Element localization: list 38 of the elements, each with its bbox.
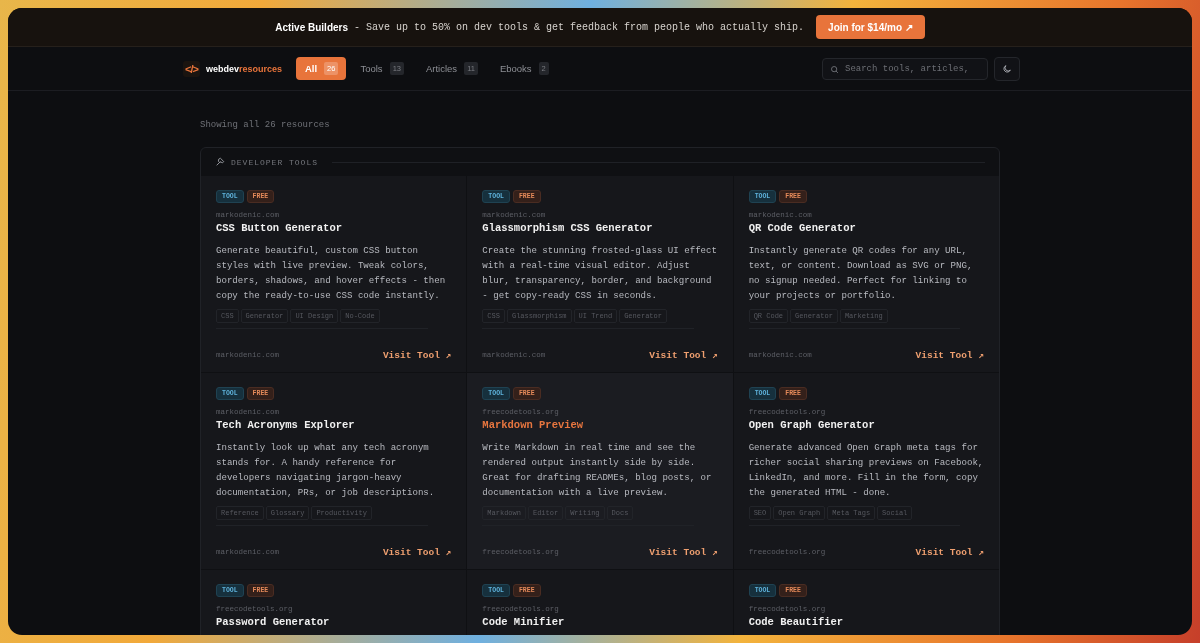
visit-tool-link[interactable]: Visit Tool ↗ — [382, 349, 452, 361]
card-description: Create the stunning frosted-glass UI effect with a real-time visual editor. Adjust blur, transparency, border, and background - get copy-ready CSS in seconds. — [482, 244, 718, 303]
card-description: Generate advanced Open Graph meta tags for richer social sharing previews on Facebook, LinkedIn, and more. Fill in the form, copy the generated HTML - done. — [748, 441, 984, 500]
card-title: Glassmorphism CSS Generator — [482, 222, 654, 234]
resource-card[interactable] — [467, 176, 733, 372]
logo-text[interactable]: webdevresources — [205, 63, 282, 74]
resource-card[interactable] — [201, 373, 467, 569]
card-description: Instantly generate QR codes for any URL, text, or content. Download as SVG or PNG, no signup needed. Perfect for linking to your projects or portfolio. — [748, 244, 974, 303]
logo-icon[interactable]: </> — [183, 60, 200, 77]
moon-icon — [1002, 63, 1012, 74]
resource-card[interactable] — [733, 176, 999, 372]
card-title: Open Graph Generator — [748, 419, 876, 431]
card-title: Code Minifier — [482, 616, 566, 628]
visit-tool-link[interactable]: Visit Tool ↗ — [649, 546, 718, 558]
card-title: QR Code Generator — [748, 222, 857, 234]
hammer-icon — [215, 157, 225, 167]
card-title: Password Generator — [216, 616, 331, 628]
card-title: Tech Acronyms Explorer — [216, 419, 356, 431]
card-description: Instantly look up what any tech acronym stands for. A handy reference for developers navigating jargon-heavy documentation, PRs, or job descriptions. — [216, 441, 436, 500]
card-description: Write Markdown in real time and see the rendered output instantly side by side. Great for drafting READMEs, blog posts, or documentation with a live preview. — [482, 441, 713, 500]
resource-card[interactable] — [733, 373, 999, 569]
section-title: DEVELOPER TOOLS — [231, 157, 318, 167]
results-summary: Showing all 26 resources — [200, 120, 331, 130]
resource-card[interactable] — [467, 373, 733, 569]
visit-tool-link[interactable]: Visit Tool ↗ — [915, 349, 984, 361]
visit-tool-link[interactable]: Visit Tool ↗ — [915, 546, 984, 558]
banner-title: Active Builders — [275, 21, 348, 33]
search-field[interactable]: Search tools, articles, — [822, 57, 988, 80]
card-title: Code Beautifier — [748, 616, 845, 628]
card-description: Generate beautiful, custom CSS button styles with live preview. Tweak colors, borders, shadows, and hover effects - then copy the ready-to-use CSS code instantly. — [216, 244, 447, 303]
resource-card[interactable] — [201, 176, 467, 372]
banner-text: - Save up to 50% on dev tools & get feedback from people who actually ship. — [354, 21, 805, 33]
visit-tool-link[interactable]: Visit Tool ↗ — [382, 546, 452, 558]
card-title: Markdown Preview — [482, 419, 585, 431]
theme-toggle-button[interactable] — [994, 56, 1020, 81]
visit-tool-link[interactable]: Visit Tool ↗ — [649, 349, 718, 361]
search-icon — [830, 64, 839, 74]
card-title: CSS Button Generator — [216, 222, 344, 234]
